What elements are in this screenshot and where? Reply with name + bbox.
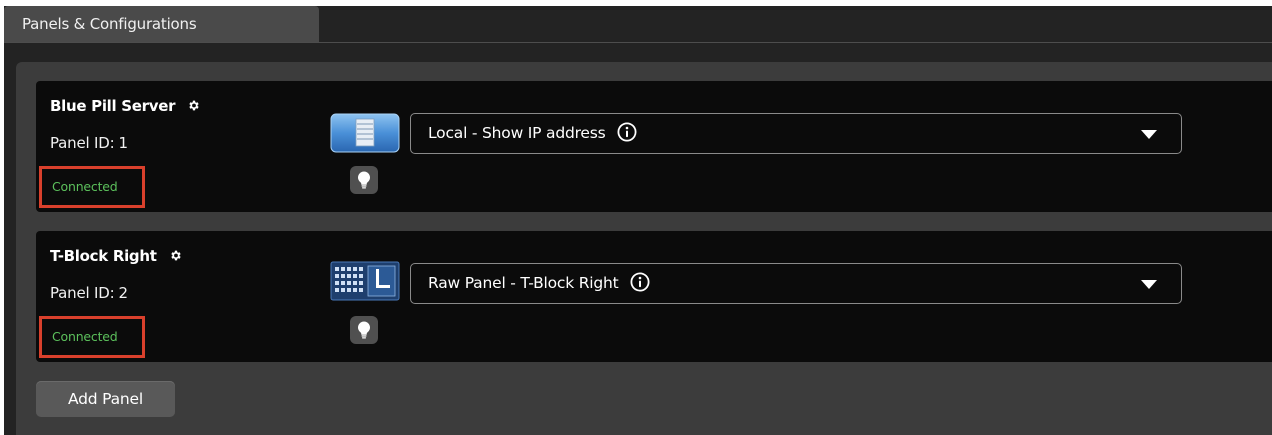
server-icon	[330, 113, 400, 153]
panel-card: Blue Pill Server Panel ID: 1 Connected L…	[36, 81, 1272, 212]
configuration-select-label: Raw Panel - T-Block Right	[428, 274, 619, 292]
configuration-select-value: Local - Show IP address	[428, 114, 637, 157]
lightbulb-icon	[358, 321, 370, 339]
panel-id-value: 1	[118, 134, 128, 152]
chevron-down-icon	[1141, 280, 1157, 289]
status-badge: Connected	[52, 179, 118, 194]
lightbulb-icon	[358, 171, 370, 189]
panel-id-value: 2	[118, 284, 128, 302]
configuration-select[interactable]: Local - Show IP address	[410, 113, 1182, 154]
info-icon[interactable]	[630, 268, 650, 307]
status-highlight-box: Connected	[39, 166, 145, 208]
panel-name: Blue Pill Server	[50, 97, 200, 116]
chevron-down-icon	[1141, 130, 1157, 139]
gear-icon[interactable]	[187, 98, 200, 116]
identify-bulb-button[interactable]	[350, 316, 378, 344]
tab-divider	[4, 42, 1272, 43]
configuration-select[interactable]: Raw Panel - T-Block Right	[410, 263, 1182, 304]
configuration-select-label: Local - Show IP address	[428, 124, 606, 142]
status-highlight-box: Connected	[39, 316, 145, 358]
panel-id-label: Panel ID:	[50, 134, 115, 152]
identify-bulb-button[interactable]	[350, 166, 378, 194]
panel-name-label: T-Block Right	[50, 247, 157, 265]
configuration-select-value: Raw Panel - T-Block Right	[428, 264, 650, 307]
panel-id-label: Panel ID:	[50, 284, 115, 302]
panel-name-label: Blue Pill Server	[50, 97, 176, 115]
panel-name: T-Block Right	[50, 247, 182, 266]
panel-card: T-Block Right Panel ID: 2 Connected Raw …	[36, 231, 1272, 362]
control-panel-icon	[330, 261, 400, 301]
info-icon[interactable]	[617, 118, 637, 157]
status-badge: Connected	[52, 329, 118, 344]
panel-id: Panel ID: 1	[50, 134, 128, 152]
add-panel-button[interactable]: Add Panel	[36, 381, 175, 417]
tab-panels-configurations[interactable]: Panels & Configurations	[4, 6, 319, 42]
gear-icon[interactable]	[169, 248, 182, 266]
panel-id: Panel ID: 2	[50, 284, 128, 302]
